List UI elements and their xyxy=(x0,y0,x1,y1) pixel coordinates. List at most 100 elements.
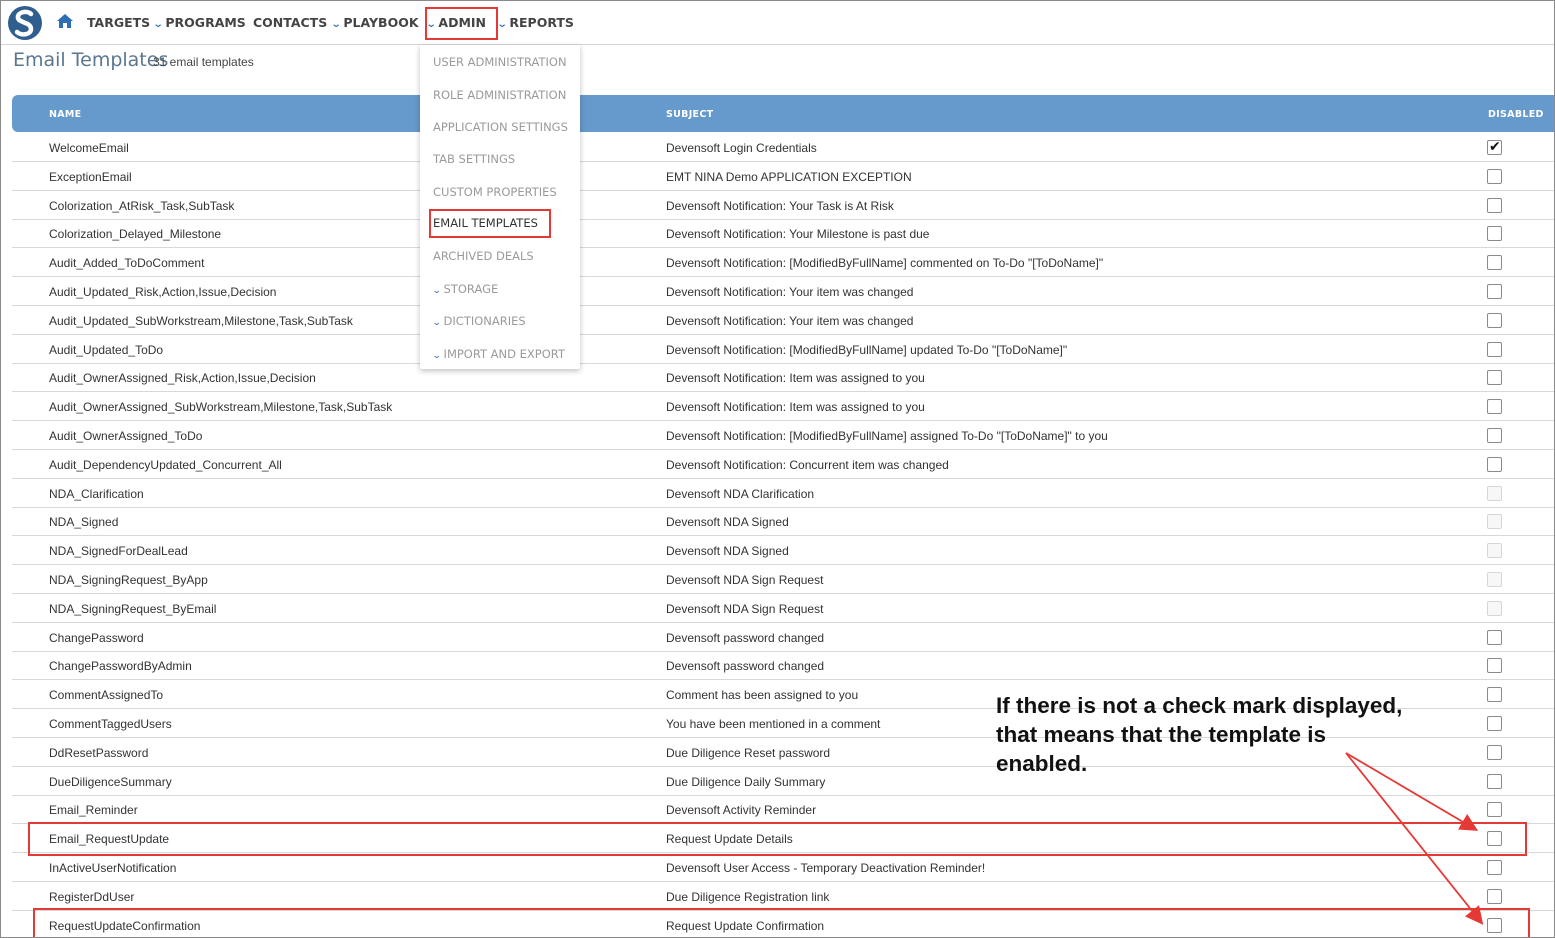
template-name[interactable]: NDA_SigningRequest_ByApp xyxy=(49,573,208,587)
disabled-checkbox[interactable] xyxy=(1487,456,1502,472)
table-row[interactable]: WelcomeEmail Devensoft Login Credentials xyxy=(12,133,1554,162)
template-name[interactable]: Audit_OwnerAssigned_ToDo xyxy=(49,429,202,443)
table-row[interactable]: ChangePassword Devensoft password changed xyxy=(12,623,1554,652)
disabled-checkbox[interactable] xyxy=(1487,284,1502,299)
column-header-name[interactable]: NAME xyxy=(49,109,81,120)
admin-menu-item-custom-properties[interactable]: CUSTOM PROPERTIES xyxy=(433,185,557,199)
disabled-checkbox[interactable] xyxy=(1487,860,1502,875)
disabled-checkbox[interactable] xyxy=(1487,226,1502,242)
template-name[interactable]: InActiveUserNotification xyxy=(49,861,176,875)
disabled-checkbox[interactable] xyxy=(1487,341,1502,357)
template-name[interactable]: Colorization_Delayed_Milestone xyxy=(49,227,221,241)
admin-menu-item-user-administration[interactable]: USER ADMINISTRATION xyxy=(433,55,567,69)
template-name[interactable]: Audit_OwnerAssigned_Risk,Action,Issue,De… xyxy=(49,371,316,385)
template-name[interactable]: Colorization_AtRisk_Task,SubTask xyxy=(49,199,234,213)
template-subject: EMT NINA Demo APPLICATION EXCEPTION xyxy=(666,169,912,184)
admin-menu-item-storage[interactable]: ⌄ STORAGE xyxy=(432,282,498,296)
disabled-checkbox[interactable] xyxy=(1487,687,1502,703)
nav-item-admin[interactable]: ⌄ ADMIN xyxy=(426,15,486,30)
nav-item-programs[interactable]: ⌄ PROGRAMS xyxy=(153,15,246,30)
template-name[interactable]: Email_Reminder xyxy=(49,803,138,817)
nav-item-reports[interactable]: ⌄ REPORTS xyxy=(497,15,574,30)
admin-menu-item-archived-deals[interactable]: ARCHIVED DEALS xyxy=(433,249,534,263)
nav-item-targets[interactable]: TARGETS xyxy=(87,15,150,30)
disabled-checkbox[interactable] xyxy=(1487,629,1502,645)
table-row[interactable]: NDA_Signed Devensoft NDA Signed xyxy=(12,507,1554,537)
disabled-checkbox[interactable] xyxy=(1487,399,1502,415)
template-name[interactable]: CommentTaggedUsers xyxy=(49,717,172,731)
template-name[interactable]: CommentAssignedTo xyxy=(49,688,163,702)
template-name[interactable]: DueDiligenceSummary xyxy=(49,775,172,789)
template-name[interactable]: WelcomeEmail xyxy=(49,141,129,155)
table-row[interactable]: Colorization_AtRisk_Task,SubTask Devensof… xyxy=(12,191,1554,220)
template-name[interactable]: NDA_SignedForDealLead xyxy=(49,544,188,558)
template-name[interactable]: Audit_Updated_Risk,Action,Issue,Decision xyxy=(49,285,276,299)
table-row[interactable]: NDA_Clarification Devensoft NDA Clarifica… xyxy=(12,479,1554,508)
disabled-checkbox[interactable] xyxy=(1487,917,1502,933)
disabled-checkbox[interactable] xyxy=(1487,312,1502,328)
disabled-checkbox[interactable] xyxy=(1487,197,1502,213)
table-row[interactable]: NDA_SigningRequest_ByApp Devensoft NDA Si… xyxy=(12,565,1554,594)
admin-menu-item-tab-settings[interactable]: TAB SETTINGS xyxy=(433,152,515,166)
nav-item-playbook[interactable]: ⌄ PLAYBOOK xyxy=(331,15,419,30)
template-name[interactable]: NDA_SigningRequest_ByEmail xyxy=(49,602,216,616)
nav-item-label: ADMIN xyxy=(438,15,486,30)
disabled-checkbox[interactable] xyxy=(1487,773,1502,789)
disabled-checkbox[interactable] xyxy=(1487,888,1502,904)
template-name[interactable]: ChangePassword xyxy=(49,631,144,645)
table-row[interactable]: Email_RequestUpdate Request Update Detail… xyxy=(12,824,1554,854)
table-row[interactable]: ChangePasswordByAdmin Devensoft password … xyxy=(12,651,1554,681)
table-row[interactable]: Audit_OwnerAssigned_ToDo Devensoft Notifi… xyxy=(12,421,1554,450)
table-row[interactable]: RequestUpdateConfirmation Request Update … xyxy=(12,911,1554,937)
admin-dropdown-menu: USER ADMINISTRATION ROLE ADMINISTRATION AP… xyxy=(420,45,580,369)
disabled-checkbox[interactable] xyxy=(1487,168,1502,184)
template-name[interactable]: NDA_Clarification xyxy=(49,487,144,501)
table-row[interactable]: Audit_OwnerAssigned_Risk,Action,Issue,De… xyxy=(12,363,1554,393)
disabled-checkbox[interactable] xyxy=(1487,370,1502,386)
disabled-checkbox[interactable] xyxy=(1487,744,1502,760)
template-name[interactable]: RequestUpdateConfirmation xyxy=(49,919,200,933)
admin-menu-item-import-and-export[interactable]: ⌄ IMPORT AND EXPORT xyxy=(432,347,565,361)
table-row[interactable]: NDA_SigningRequest_ByEmail Devensoft NDA … xyxy=(12,594,1554,623)
admin-menu-item-role-administration[interactable]: ROLE ADMINISTRATION xyxy=(433,88,566,102)
table-row[interactable]: InActiveUserNotification Devensoft User A… xyxy=(12,853,1554,882)
nav-item-contacts[interactable]: CONTACTS xyxy=(253,15,327,30)
table-row[interactable]: Audit_DependencyUpdated_Concurrent_All De… xyxy=(12,450,1554,479)
table-row[interactable]: Audit_Updated_ToDo Devensoft Notification… xyxy=(12,335,1554,364)
table-row[interactable]: RegisterDdUser Due Diligence Registration… xyxy=(12,882,1554,911)
disabled-checkbox[interactable] xyxy=(1487,255,1502,271)
table-row[interactable]: Colorization_Delayed_Milestone Devensoft … xyxy=(12,219,1554,249)
disabled-checkbox[interactable] xyxy=(1487,831,1502,847)
template-name[interactable]: Audit_DependencyUpdated_Concurrent_All xyxy=(49,458,282,472)
template-name[interactable]: Audit_OwnerAssigned_SubWorkstream,Milest… xyxy=(49,400,392,414)
table-row[interactable]: ExceptionEmail EMT NINA Demo APPLICATION … xyxy=(12,162,1554,191)
disabled-checkbox[interactable] xyxy=(1487,138,1502,155)
column-header-subject[interactable]: SUBJECT xyxy=(666,109,713,120)
table-row[interactable]: Audit_Updated_SubWorkstream,Milestone,Ta… xyxy=(12,306,1554,335)
table-row[interactable]: Audit_Added_ToDoComment Devensoft Notific… xyxy=(12,248,1554,278)
template-name[interactable]: Email_RequestUpdate xyxy=(49,832,169,846)
template-name[interactable]: NDA_Signed xyxy=(49,515,118,529)
table-row[interactable]: Email_Reminder Devensoft Activity Reminde… xyxy=(12,795,1554,825)
disabled-checkbox[interactable] xyxy=(1487,428,1502,443)
table-row[interactable]: NDA_SignedForDealLead Devensoft NDA Signe… xyxy=(12,536,1554,566)
template-name[interactable]: ExceptionEmail xyxy=(49,170,132,184)
template-name[interactable]: RegisterDdUser xyxy=(49,890,134,904)
template-name[interactable]: ChangePasswordByAdmin xyxy=(49,659,192,673)
template-name[interactable]: Audit_Updated_ToDo xyxy=(49,343,163,357)
disabled-checkbox[interactable] xyxy=(1487,802,1502,818)
devensoft-logo-icon[interactable] xyxy=(7,4,43,42)
disabled-checkbox[interactable] xyxy=(1487,716,1502,731)
template-subject: Due Diligence Reset password xyxy=(666,745,831,760)
column-header-disabled[interactable]: DISABLED xyxy=(1488,109,1544,120)
template-name[interactable]: Audit_Updated_SubWorkstream,Milestone,Ta… xyxy=(49,314,353,328)
disabled-checkbox[interactable] xyxy=(1487,658,1502,674)
admin-menu-item-email-templates[interactable]: EMAIL TEMPLATES xyxy=(433,216,538,230)
admin-menu-item-dictionaries[interactable]: ⌄ DICTIONARIES xyxy=(432,314,526,328)
table-row[interactable]: Audit_OwnerAssigned_SubWorkstream,Milest… xyxy=(12,392,1554,422)
template-name[interactable]: DdResetPassword xyxy=(49,746,148,760)
template-name[interactable]: Audit_Added_ToDoComment xyxy=(49,256,204,270)
home-icon[interactable] xyxy=(56,13,74,29)
table-row[interactable]: Audit_Updated_Risk,Action,Issue,Decision… xyxy=(12,277,1554,306)
admin-menu-item-application-settings[interactable]: APPLICATION SETTINGS xyxy=(433,120,568,134)
